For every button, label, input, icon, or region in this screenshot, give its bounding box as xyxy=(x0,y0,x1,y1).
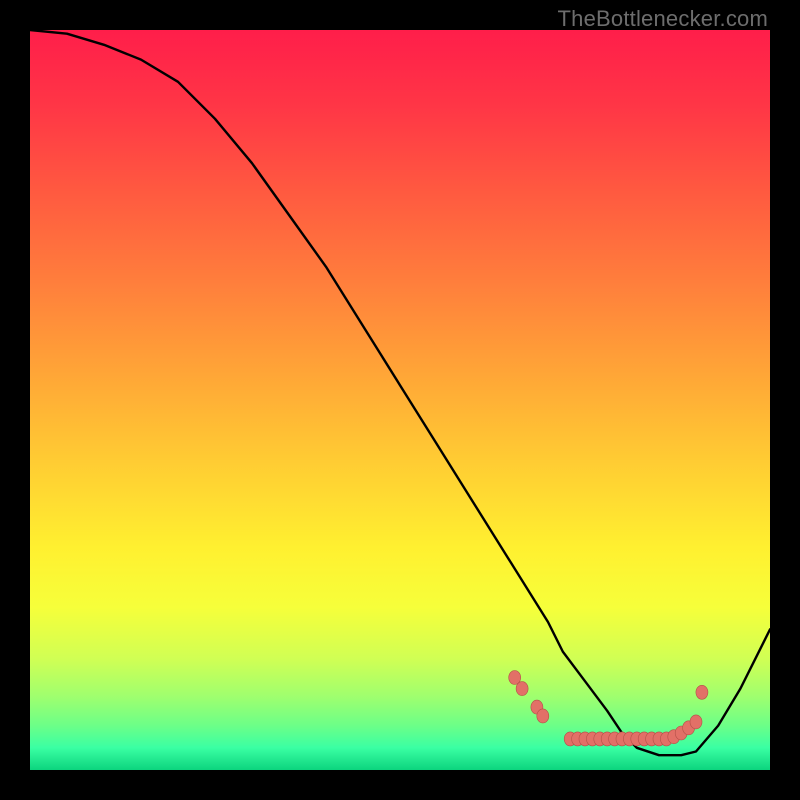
curve-layer xyxy=(30,30,770,770)
dot-marker xyxy=(537,709,549,723)
watermark-text: TheBottlenecker.com xyxy=(558,6,768,32)
plot-area xyxy=(30,30,770,770)
dot-marker xyxy=(696,685,708,699)
dot-marker xyxy=(690,715,702,729)
dot-marker xyxy=(516,682,528,696)
bottleneck-curve xyxy=(30,30,770,755)
chart-container: TheBottlenecker.com xyxy=(0,0,800,800)
highlight-dots xyxy=(509,671,708,746)
